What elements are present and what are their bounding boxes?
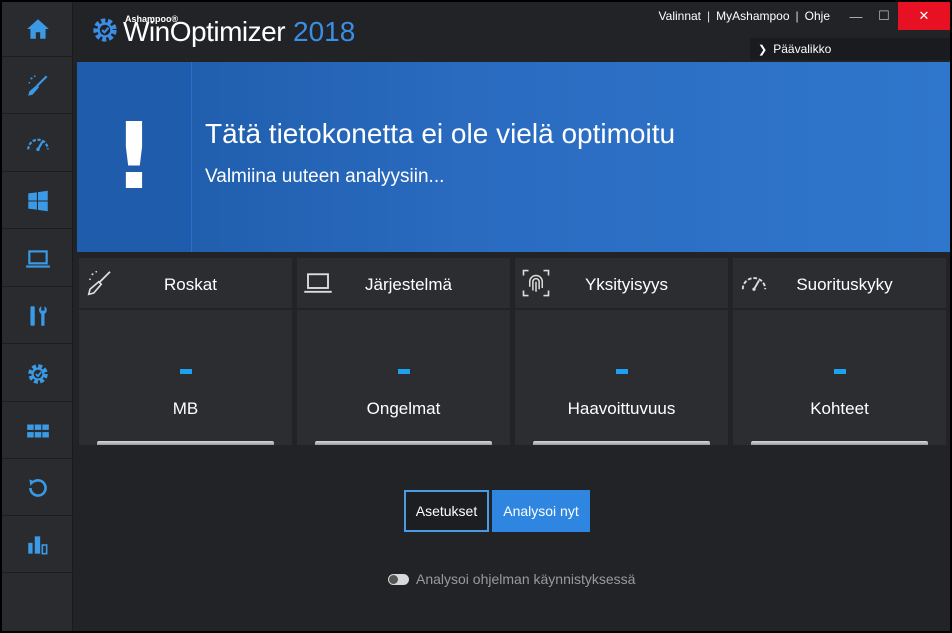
settings-button[interactable]: Asetukset — [404, 490, 489, 532]
logo-gear-icon — [93, 18, 117, 42]
card-title: Roskat — [164, 275, 217, 294]
sidebar-item-modules[interactable] — [2, 404, 73, 459]
windows-icon — [27, 190, 48, 212]
startup-analysis-option: Analysoi ohjelman käynnistyksessä — [388, 571, 635, 587]
home-icon — [26, 19, 49, 39]
card-bar — [315, 441, 492, 445]
minimize-button[interactable]: — — [842, 2, 870, 30]
card-value — [79, 352, 292, 378]
menu-separator: | — [707, 9, 711, 23]
tools-icon — [29, 306, 47, 326]
maximize-button[interactable]: ☐ — [870, 2, 898, 30]
status-banner: ! Tätä tietokonetta ei ole vielä optimoi… — [77, 62, 950, 252]
app-window: Ashampoo® WinOptimizer 2018 Valinnat | M… — [0, 0, 952, 633]
card-title: Suorituskyky — [796, 275, 893, 294]
card-junk[interactable]: Roskat MB — [79, 258, 292, 445]
app-logo: Ashampoo® WinOptimizer 2018 — [91, 12, 355, 48]
menu-separator: | — [795, 9, 799, 23]
sidebar-item-home[interactable] — [2, 2, 73, 57]
minimize-icon: — — [849, 8, 863, 24]
startup-analysis-label: Analysoi ohjelman käynnistyksessä — [416, 571, 636, 587]
warning-panel: ! — [77, 62, 192, 252]
help-link[interactable]: Ohje — [805, 9, 830, 23]
sidebar-item-settings[interactable] — [2, 347, 73, 402]
gear-icon — [27, 364, 48, 384]
card-header: Suorituskyky — [733, 258, 946, 310]
window-controls: — ☐ ✕ — [842, 2, 950, 30]
card-value — [515, 352, 728, 378]
card-value-dash — [615, 369, 628, 374]
card-title: Yksityisyys — [584, 275, 669, 294]
main-menu-label: Päävalikko — [773, 42, 832, 56]
banner-subtitle: Valmiina uuteen analyysiin... — [205, 166, 445, 187]
grid-icon — [26, 424, 49, 438]
speedometer-icon — [26, 138, 49, 152]
laptop-icon — [25, 250, 50, 268]
card-unit: Haavoittuvuus — [567, 399, 676, 418]
restore-icon — [28, 479, 47, 497]
main-menu-button[interactable]: ❯ Päävalikko — [750, 38, 950, 60]
card-privacy[interactable]: Yksityisyys Haavoittuvuus — [515, 258, 728, 445]
card-bar — [97, 441, 274, 445]
exclamation-icon: ! — [113, 103, 155, 210]
card-value-dash — [833, 369, 846, 374]
analyze-now-button[interactable]: Analysoi nyt — [492, 490, 590, 532]
card-header: Roskat — [79, 258, 292, 310]
close-button[interactable]: ✕ — [898, 2, 950, 30]
card-bar — [533, 441, 710, 445]
sidebar-item-performance[interactable] — [2, 117, 73, 172]
card-bar — [751, 441, 928, 445]
sidebar-item-backup[interactable] — [2, 461, 73, 516]
banner-title: Tätä tietokonetta ei ole vielä optimoitu — [205, 118, 676, 149]
sidebar-item-tools[interactable] — [2, 289, 73, 344]
myashampoo-link[interactable]: MyAshampoo — [716, 9, 789, 23]
chevron-right-icon: ❯ — [758, 43, 768, 56]
toggle-knob — [389, 574, 398, 584]
broom-icon — [27, 75, 47, 96]
top-menu: Valinnat | MyAshampoo | Ohje — [659, 9, 830, 23]
startup-analysis-toggle[interactable] — [388, 573, 409, 585]
close-icon: ✕ — [918, 8, 930, 23]
sidebar-item-system[interactable] — [2, 232, 73, 287]
sidebar-item-cleaner[interactable] — [2, 59, 73, 114]
app-year: 2018 — [293, 16, 356, 47]
card-header: Järjestelmä — [297, 258, 510, 310]
title-bar: Ashampoo® WinOptimizer 2018 Valinnat | M… — [73, 2, 950, 60]
card-value-dash — [397, 369, 410, 374]
sidebar-item-statistics[interactable] — [2, 518, 73, 573]
options-link[interactable]: Valinnat — [659, 9, 701, 23]
card-unit: Kohteet — [810, 399, 869, 418]
card-value — [733, 352, 946, 378]
card-header: Yksityisyys — [515, 258, 728, 310]
bar-chart-icon — [27, 536, 47, 555]
card-unit: MB — [172, 399, 199, 418]
card-performance[interactable]: Suorituskyky Kohteet — [733, 258, 946, 445]
card-system[interactable]: Järjestelmä Ongelmat — [297, 258, 510, 445]
brand-name: Ashampoo® — [125, 14, 179, 24]
card-value — [297, 352, 510, 378]
maximize-icon: ☐ — [878, 8, 890, 23]
sidebar — [2, 2, 73, 631]
sidebar-item-windows[interactable] — [2, 174, 73, 229]
card-unit: Ongelmat — [366, 399, 441, 418]
card-value-dash — [179, 369, 192, 374]
card-title: Järjestelmä — [365, 275, 452, 294]
